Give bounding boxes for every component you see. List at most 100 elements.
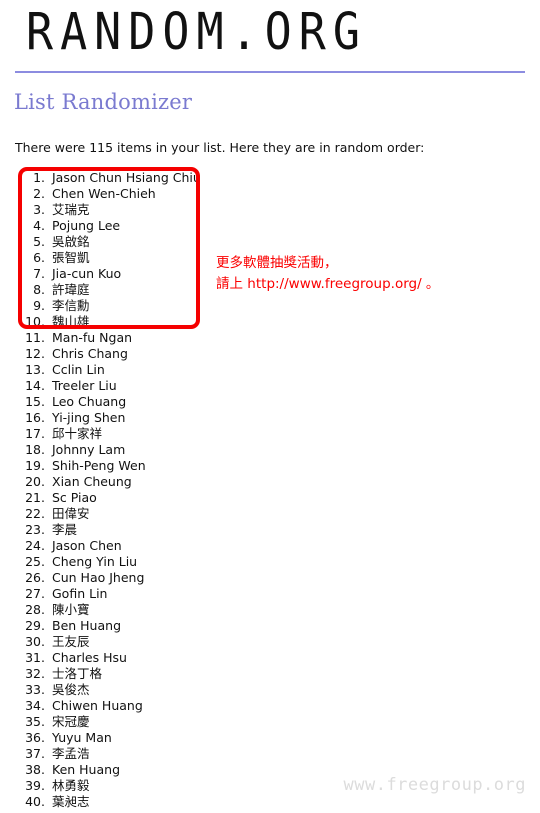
list-item-number: 32. [25, 666, 45, 681]
list-item-value: 邱十家祥 [52, 426, 103, 441]
list-item-number: 16. [25, 410, 45, 425]
list-item-number: 12. [25, 346, 45, 361]
list-item-value: Charles Hsu [52, 650, 127, 665]
list-item-value: 魏山雄 [52, 314, 90, 329]
promo-annotation-line1: 更多軟體抽獎活動， [216, 255, 338, 271]
list-item-value: Gofin Lin [52, 586, 108, 601]
list-item-value: 林勇毅 [52, 778, 90, 793]
site-header: RANDOM.ORG [0, 0, 540, 66]
list-item: 32. 士洛丁格 [15, 666, 265, 682]
list-item-value: Jia-cun Kuo [52, 266, 122, 281]
list-item-number: 4. [33, 218, 45, 233]
promo-annotation-suffix: 。 [421, 276, 440, 292]
list-item-value: Ben Huang [52, 618, 122, 633]
list-item-number: 6. [33, 250, 45, 265]
list-item: 34. Chiwen Huang [15, 698, 265, 714]
list-item-value: 李孟浩 [52, 746, 90, 761]
list-item: 2. Chen Wen-Chieh [15, 186, 265, 202]
list-item-number: 27. [25, 586, 45, 601]
results-intro-text: There were 115 items in your list. Here … [15, 140, 425, 155]
list-item-value: Yi-jing Shen [52, 410, 126, 425]
list-item-value: Pojung Lee [52, 218, 121, 233]
list-item-value: Ken Huang [52, 762, 120, 777]
list-item-value: 許瑋庭 [52, 282, 90, 297]
list-item-number: 21. [25, 490, 45, 505]
list-item-number: 31. [25, 650, 45, 665]
list-item-number: 36. [25, 730, 45, 745]
promo-annotation-line2: 請上 http://www.freegroup.org/ 。 [216, 274, 439, 295]
list-item-value: Yuyu Man [52, 730, 112, 745]
list-item: 22. 田偉安 [15, 506, 265, 522]
list-item-number: 14. [25, 378, 45, 393]
list-item-value: 宋冠慶 [52, 714, 90, 729]
list-item-number: 3. [33, 202, 45, 217]
list-item-number: 25. [25, 554, 45, 569]
list-item: 19. Shih-Peng Wen [15, 458, 265, 474]
list-item-number: 34. [25, 698, 45, 713]
list-item-value: 田偉安 [52, 506, 90, 521]
list-item-number: 10. [25, 314, 45, 329]
list-item: 14. Treeler Liu [15, 378, 265, 394]
list-item: 4. Pojung Lee [15, 218, 265, 234]
page-title: List Randomizer [14, 90, 193, 114]
list-item-value: Sc Piao [52, 490, 97, 505]
header-divider [15, 71, 525, 73]
list-item-value: Johnny Lam [52, 442, 126, 457]
watermark: www.freegroup.org [343, 775, 526, 795]
list-item-number: 17. [25, 426, 45, 441]
list-item-number: 29. [25, 618, 45, 633]
list-item: 10. 魏山雄 [15, 314, 265, 330]
list-item: 35. 宋冠慶 [15, 714, 265, 730]
list-item-value: Cclin Lin [52, 362, 105, 377]
list-item-number: 11. [25, 330, 45, 345]
list-item: 30. 王友辰 [15, 634, 265, 650]
list-item-value: Jason Chun Hsiang Chiu [52, 170, 201, 185]
list-item: 13. Cclin Lin [15, 362, 265, 378]
list-item-value: Man-fu Ngan [52, 330, 133, 345]
list-item-value: 張智凱 [52, 250, 90, 265]
list-item-number: 13. [25, 362, 45, 377]
list-item: 18. Johnny Lam [15, 442, 265, 458]
list-item-number: 39. [25, 778, 45, 793]
list-item-value: 吳啟銘 [52, 234, 90, 249]
list-item: 20. Xian Cheung [15, 474, 265, 490]
list-item-value: Cheng Yin Liu [52, 554, 138, 569]
list-item-value: 陳小寶 [52, 602, 90, 617]
list-item: 11. Man-fu Ngan [15, 330, 265, 346]
promo-annotation-url[interactable]: http://www.freegroup.org/ [247, 276, 421, 292]
list-item-value: Treeler Liu [52, 378, 117, 393]
list-item: 5. 吳啟銘 [15, 234, 265, 250]
list-item: 3. 艾瑞克 [15, 202, 265, 218]
list-item: 27. Gofin Lin [15, 586, 265, 602]
list-item: 33. 吳俊杰 [15, 682, 265, 698]
list-item: 29. Ben Huang [15, 618, 265, 634]
list-item-number: 38. [25, 762, 45, 777]
list-item-number: 5. [33, 234, 45, 249]
site-logo: RANDOM.ORG [26, 2, 367, 62]
list-item-number: 9. [33, 298, 45, 313]
list-item-number: 33. [25, 682, 45, 697]
list-item-number: 8. [33, 282, 45, 297]
list-item: 25. Cheng Yin Liu [15, 554, 265, 570]
list-item-number: 30. [25, 634, 45, 649]
list-item: 1. Jason Chun Hsiang Chiu [15, 170, 265, 186]
list-item: 28. 陳小寶 [15, 602, 265, 618]
list-item-number: 20. [25, 474, 45, 489]
list-item: 9. 李信勳 [15, 298, 265, 314]
list-item: 21. Sc Piao [15, 490, 265, 506]
list-item: 26. Cun Hao Jheng [15, 570, 265, 586]
list-item: 15. Leo Chuang [15, 394, 265, 410]
list-item-number: 37. [25, 746, 45, 761]
list-item-number: 7. [33, 266, 45, 281]
list-item: 39. 林勇毅 [15, 778, 265, 794]
list-item: 38. Ken Huang [15, 762, 265, 778]
list-item-value: 士洛丁格 [52, 666, 103, 681]
list-item-value: Chiwen Huang [52, 698, 143, 713]
promo-annotation: 更多軟體抽獎活動， 請上 http://www.freegroup.org/ 。 [216, 253, 439, 295]
list-item-value: 王友辰 [52, 634, 90, 649]
list-item-value: Leo Chuang [52, 394, 127, 409]
list-item-value: 李晨 [52, 522, 78, 537]
list-item: 36. Yuyu Man [15, 730, 265, 746]
list-item: 12. Chris Chang [15, 346, 265, 362]
list-item: 16. Yi-jing Shen [15, 410, 265, 426]
